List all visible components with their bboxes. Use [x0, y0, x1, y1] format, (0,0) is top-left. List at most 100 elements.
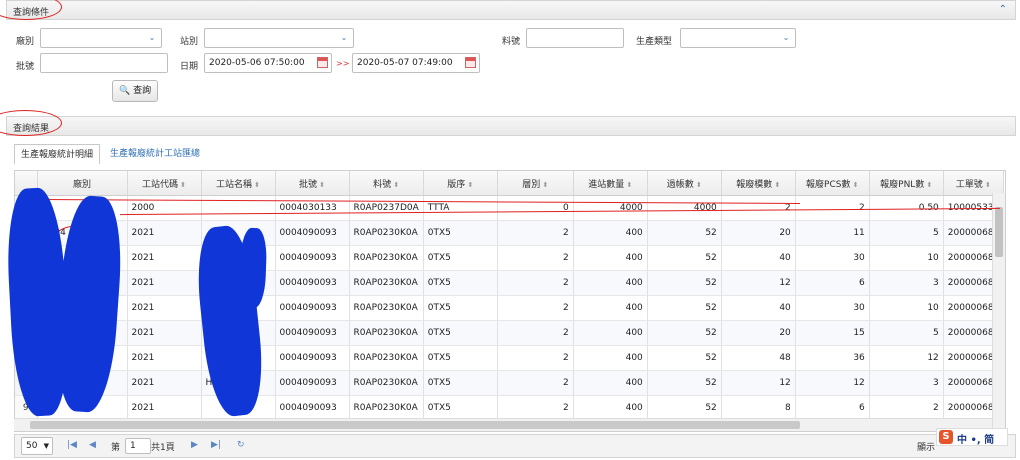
column-header[interactable]: 報廢PNL數 ⬍ — [869, 171, 944, 196]
table-cell: R0AP0230K0A — [349, 295, 424, 321]
table-cell: 400 — [573, 320, 648, 346]
table-cell: 0TX5 — [423, 295, 498, 321]
date-end-input[interactable]: 2020-05-07 07:49:00 — [352, 53, 480, 73]
tab-scrap-station-summary[interactable]: 生產報廢統計工站匯總 — [104, 144, 206, 164]
sort-icon[interactable]: ⬍ — [772, 181, 780, 189]
table-cell: 0004090093 — [275, 295, 350, 321]
table-cell: 2 — [721, 195, 796, 221]
refresh-icon[interactable]: ↻ — [237, 440, 245, 450]
table-cell: 400 — [573, 220, 648, 246]
table-row[interactable]: 9 2021 0004090093 R0AP0230K0A 0TX5 2 400 52 8 6 2 2… — [15, 395, 1004, 421]
table-cell: 52 — [647, 345, 722, 371]
factory-select[interactable]: ⌄ — [40, 28, 162, 48]
table-cell: TTTA — [423, 195, 498, 221]
sort-icon[interactable]: ⬍ — [317, 181, 325, 189]
column-header-label: 層別 — [522, 179, 541, 190]
lot-input[interactable] — [40, 53, 168, 73]
table-row[interactable]: 320210004090093R0AP0230K0A0TX52400524030… — [15, 245, 1004, 271]
column-header[interactable]: 廠別 — [37, 171, 128, 196]
horizontal-scrollbar[interactable] — [14, 418, 992, 431]
sort-icon[interactable]: ⬍ — [624, 181, 632, 189]
table-header-row: 廠別 工站代碼 ⬍ 工站名稱 ⬍ 批號 ⬍ 料號 ⬍ 版序 ⬍ 層別 ⬍ 進站數量 ⬍ 過帳數 … — [15, 171, 1004, 196]
date-start-input[interactable]: 2020-05-06 07:50:00 — [204, 53, 332, 73]
page-size-select[interactable]: 50 ▼ — [21, 437, 53, 455]
table-cell: 52 — [647, 295, 722, 321]
sort-icon[interactable]: ⬍ — [391, 181, 399, 189]
last-page-icon[interactable]: ▶| — [211, 440, 221, 450]
table-cell: 52 — [647, 370, 722, 396]
table-row[interactable]: 720210004090093R0AP0230K0A0TX52400524836… — [15, 345, 1004, 371]
table-cell: 0004090093 — [275, 345, 350, 371]
calendar-icon[interactable] — [317, 57, 328, 68]
column-header-label: 批號 — [298, 179, 317, 190]
page-number-input[interactable]: 1 — [125, 438, 151, 454]
vertical-scroll-thumb[interactable] — [995, 207, 1003, 257]
double-chevron-up-icon[interactable]: ⌃ — [999, 4, 1007, 15]
prev-page-icon[interactable]: ◀ — [89, 440, 96, 450]
date-start-value: 2020-05-06 07:50:00 — [209, 58, 305, 68]
horizontal-scroll-thumb[interactable] — [30, 421, 800, 429]
sort-icon[interactable]: ⬍ — [983, 181, 991, 189]
table-cell: 2021 — [127, 295, 202, 321]
query-button[interactable]: 🔍 查詢 — [112, 80, 159, 102]
column-header-label: 報廢模數 — [736, 179, 773, 190]
table-row[interactable]: 520210004090093R0AP0230K0A0TX52400524030… — [15, 295, 1004, 321]
table-cell: 10 — [869, 245, 944, 271]
calendar-icon[interactable] — [465, 57, 476, 68]
first-page-icon[interactable]: |◀ — [67, 440, 77, 450]
vertical-scrollbar[interactable] — [992, 193, 1005, 431]
table-row[interactable]: 620210004090093R0AP0230K0A0TX52400522015… — [15, 320, 1004, 346]
sort-icon[interactable]: ⬍ — [252, 181, 260, 189]
table-cell: 400 — [573, 270, 648, 296]
column-header-label: 報廢PNL數 — [880, 179, 925, 190]
chevron-down-icon[interactable]: ⌄ — [335, 29, 353, 47]
column-header-label: 過帳數 — [666, 179, 694, 190]
table-cell: 12 — [721, 270, 796, 296]
tab-scrap-detail[interactable]: 生產報廢統計明細 — [14, 144, 101, 164]
sort-icon[interactable]: ⬍ — [924, 181, 933, 189]
chevron-down-icon[interactable]: ⌄ — [143, 29, 161, 47]
sort-icon[interactable]: ⬍ — [465, 181, 473, 189]
part-number-input[interactable] — [526, 28, 624, 48]
sort-icon[interactable]: ⬍ — [540, 181, 548, 189]
page-prefix: 第 — [111, 443, 121, 453]
column-header[interactable]: 版序 ⬍ — [423, 171, 498, 196]
table-row[interactable]: 420210004090093R0AP0230K0A0TX52400521263… — [15, 270, 1004, 296]
lot-label: 批號 — [16, 62, 35, 72]
column-header[interactable]: 工單號 ⬍ — [943, 171, 1004, 196]
sort-icon[interactable]: ⬍ — [850, 181, 859, 189]
column-header[interactable]: 工站名稱 ⬍ — [201, 171, 276, 196]
next-page-icon[interactable]: ▶ — [191, 440, 198, 450]
page-size-value: 50 — [26, 441, 38, 451]
tab-label: 生產報廢統計明細 — [21, 150, 94, 160]
query-conditions-header[interactable]: 查詢條件 ⌃ — [6, 0, 1016, 20]
station-select[interactable]: ⌄ — [204, 28, 354, 48]
column-header[interactable]: 料號 ⬍ — [349, 171, 424, 196]
column-header[interactable]: 報廢模數 ⬍ — [721, 171, 796, 196]
column-header[interactable]: 進站數量 ⬍ — [573, 171, 648, 196]
range-separator: >> — [336, 59, 350, 68]
table-row[interactable]: 2HA0420210004090093R0AP0230K0A0TX5240052… — [15, 220, 1004, 246]
query-results-header: 查詢結果 — [6, 116, 1016, 136]
table-cell: 0TX5 — [423, 320, 498, 346]
column-header-label: 料號 — [373, 179, 392, 190]
table-cell: 52 — [647, 395, 722, 421]
column-header[interactable]: 過帳數 ⬍ — [647, 171, 722, 196]
table-cell: 0TX5 — [423, 345, 498, 371]
column-header[interactable]: 報廢PCS數 ⬍ — [795, 171, 870, 196]
production-type-select[interactable]: ⌄ — [680, 28, 796, 48]
column-header[interactable]: 批號 ⬍ — [275, 171, 350, 196]
table-cell: R0AP0230K0A — [349, 245, 424, 271]
table-cell: 12 — [721, 370, 796, 396]
table-cell: 0004090093 — [275, 320, 350, 346]
ime-indicator[interactable]: S 中 •, 简 — [936, 428, 1008, 446]
chevron-down-icon[interactable]: ⌄ — [777, 29, 795, 47]
table-cell: 52 — [647, 245, 722, 271]
sort-icon[interactable]: ⬍ — [694, 181, 702, 189]
sort-icon[interactable]: ⬍ — [178, 181, 186, 189]
search-icon: 🔍 — [119, 86, 131, 96]
table-cell: 10 — [869, 295, 944, 321]
table-row[interactable]: 82021H-0004090093R0AP0230K0A0TX524005212… — [15, 370, 1004, 396]
column-header[interactable]: 工站代碼 ⬍ — [127, 171, 202, 196]
column-header[interactable]: 層別 ⬍ — [497, 171, 574, 196]
